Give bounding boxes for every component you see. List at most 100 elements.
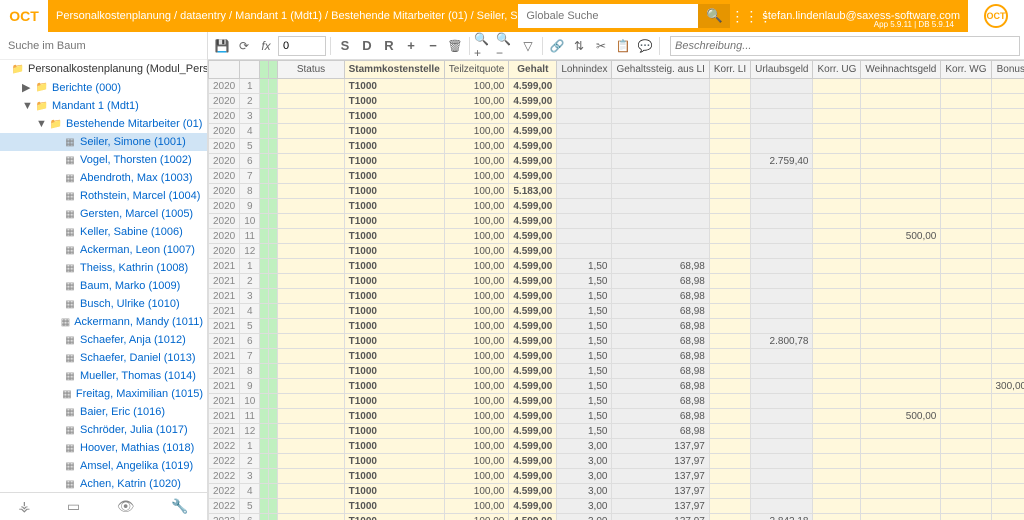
save-icon[interactable]: 💾 xyxy=(212,36,232,56)
tree-item[interactable]: Schröder, Julia (1017) xyxy=(0,421,207,439)
wrench-icon[interactable]: 🔧 xyxy=(171,498,188,515)
description-input[interactable] xyxy=(670,36,1020,56)
tree-item[interactable]: Personalkostenplanung (Modul_Personalkos… xyxy=(0,60,207,78)
tree-item[interactable]: Freitag, Maximilian (1015) xyxy=(0,385,207,403)
tree-view[interactable]: Personalkostenplanung (Modul_Personalkos… xyxy=(0,60,207,492)
table-row[interactable]: 20206T1000100,004.599,002.759,40650,1010… xyxy=(209,154,1024,169)
tree-item[interactable]: ▶Berichte (000) xyxy=(0,78,207,97)
table-row[interactable]: 20216T1000100,004.599,001,5068,982.800,7… xyxy=(209,334,1024,349)
column-header[interactable] xyxy=(269,61,278,79)
table-row[interactable]: 20212T1000100,004.599,001,5068,98100,001… xyxy=(209,274,1024,289)
table-row[interactable]: 20209T1000100,004.599,00100,00100,00 xyxy=(209,199,1024,214)
table-row[interactable]: 20226T1000100,004.599,003,00137,972.842,… xyxy=(209,514,1024,520)
tree-item[interactable]: Keller, Sabine (1006) xyxy=(0,223,207,241)
tree-item[interactable]: Gersten, Marcel (1005) xyxy=(0,205,207,223)
column-header[interactable] xyxy=(209,61,240,79)
column-header[interactable]: Gehalt xyxy=(509,61,557,79)
tree-item[interactable]: Ackerman, Leon (1007) xyxy=(0,241,207,259)
table-row[interactable]: 20202T1000100,004.599,00100,00100,00 xyxy=(209,94,1024,109)
table-row[interactable]: 20225T1000100,004.599,003,00137,97300,00… xyxy=(209,499,1024,514)
table-row[interactable]: 202011T1000100,004.599,00500,00100,00100… xyxy=(209,229,1024,244)
tree-item[interactable]: Theiss, Kathrin (1008) xyxy=(0,259,207,277)
table-row[interactable]: 20208T1000100,005.183,00100,00100,00 xyxy=(209,184,1024,199)
tree-item[interactable]: ▼Bestehende Mitarbeiter (01) xyxy=(0,115,207,133)
tree-item[interactable]: Mueller, Thomas (1014) xyxy=(0,367,207,385)
apps-menu-icon[interactable]: ⋮⋮⋮ xyxy=(730,8,754,25)
logo-right[interactable]: OCT xyxy=(968,0,1024,32)
column-header[interactable]: Status xyxy=(278,61,344,79)
tree-item[interactable]: Hoover, Mathias (1018) xyxy=(0,439,207,457)
table-row[interactable]: 202112T1000100,004.599,001,5068,98100,00… xyxy=(209,424,1024,439)
formula-icon[interactable]: fx xyxy=(256,36,276,56)
tree-item[interactable]: Achen, Katrin (1020) xyxy=(0,475,207,492)
link-icon[interactable]: 🔗 xyxy=(547,36,567,56)
column-header[interactable]: Korr. LI xyxy=(709,61,750,79)
tree-item[interactable]: Baum, Marko (1009) xyxy=(0,277,207,295)
table-row[interactable]: 20205T1000100,004.599,00100,00100,00 xyxy=(209,139,1024,154)
logo-main[interactable]: OCT xyxy=(0,0,48,32)
minus-icon[interactable]: − xyxy=(423,36,443,56)
tree-item[interactable]: Seiler, Simone (1001) xyxy=(0,133,207,151)
table-row[interactable]: 20217T1000100,004.599,001,5068,98100,001… xyxy=(209,349,1024,364)
plus-icon[interactable]: + xyxy=(401,36,421,56)
table-row[interactable]: 20207T1000100,004.599,00100,00100,00 xyxy=(209,169,1024,184)
table-row[interactable]: 202012T1000100,004.599,00100,00100,00 xyxy=(209,244,1024,259)
column-header[interactable]: Bonus xyxy=(991,61,1024,79)
filter-icon[interactable]: ▽ xyxy=(518,36,538,56)
eye-icon[interactable]: 👁 xyxy=(117,498,135,515)
sort-icon[interactable]: ⇅ xyxy=(569,36,589,56)
column-header[interactable]: Weihnachtsgeld xyxy=(861,61,941,79)
table-row[interactable]: 20204T1000100,004.599,00100,00100,00 xyxy=(209,124,1024,139)
table-row[interactable]: 20224T1000100,004.599,003,00137,97300,00… xyxy=(209,484,1024,499)
tree-item[interactable]: ▼Mandant 1 (Mdt1) xyxy=(0,97,207,115)
table-row[interactable]: 202110T1000100,004.599,001,5068,98100,00… xyxy=(209,394,1024,409)
paste-icon[interactable]: 📋 xyxy=(613,36,633,56)
data-grid[interactable]: StatusStammkostenstelleTeilzeitquoteGeha… xyxy=(208,60,1024,520)
tree-item[interactable]: Abendroth, Max (1003) xyxy=(0,169,207,187)
data-grid-wrapper[interactable]: StatusStammkostenstelleTeilzeitquoteGeha… xyxy=(208,60,1024,520)
column-header[interactable]: Korr. WG xyxy=(941,61,991,79)
share-icon[interactable]: ⚶ xyxy=(18,498,30,515)
expand-icon[interactable]: ▼ xyxy=(36,118,46,130)
tree-item[interactable]: Busch, Ulrike (1010) xyxy=(0,295,207,313)
global-search-button[interactable]: 🔍 xyxy=(698,4,730,28)
tree-item[interactable]: Rothstein, Marcel (1004) xyxy=(0,187,207,205)
table-row[interactable]: 20223T1000100,004.599,003,00137,97300,00… xyxy=(209,469,1024,484)
column-header[interactable]: Lohnindex xyxy=(557,61,612,79)
delete-icon[interactable]: 🗑 xyxy=(445,36,465,56)
column-header[interactable] xyxy=(260,61,269,79)
column-header[interactable] xyxy=(240,61,260,79)
expand-icon[interactable]: ▼ xyxy=(22,100,32,112)
tree-item[interactable]: Vogel, Thorsten (1002) xyxy=(0,151,207,169)
table-row[interactable]: 202111T1000100,004.599,001,5068,98500,00… xyxy=(209,409,1024,424)
table-row[interactable]: 20219T1000100,004.599,001,5068,98300,001… xyxy=(209,379,1024,394)
refresh-icon[interactable]: ⟳ xyxy=(234,36,254,56)
comment-icon[interactable]: 💬 xyxy=(635,36,655,56)
table-row[interactable]: 20215T1000100,004.599,001,5068,98100,001… xyxy=(209,319,1024,334)
button-s[interactable]: S xyxy=(335,36,355,56)
table-row[interactable]: 20222T1000100,004.599,003,00137,97300,00… xyxy=(209,454,1024,469)
column-header[interactable]: Teilzeitquote xyxy=(444,61,509,79)
tree-item[interactable]: Amsel, Angelika (1019) xyxy=(0,457,207,475)
cut-icon[interactable]: ✂ xyxy=(591,36,611,56)
global-search-input[interactable] xyxy=(518,4,698,28)
tree-search-input[interactable] xyxy=(8,32,199,59)
table-row[interactable]: 20201T1000100,004.599,00100,00100,00 xyxy=(209,79,1024,94)
table-row[interactable]: 20203T1000100,004.599,00100,00100,00 xyxy=(209,109,1024,124)
column-header[interactable]: Gehaltssteig. aus LI xyxy=(612,61,709,79)
layout-icon[interactable]: ▭ xyxy=(67,498,80,515)
table-row[interactable]: 20211T1000100,004.599,001,5068,98100,001… xyxy=(209,259,1024,274)
tree-item[interactable]: Schaefer, Daniel (1013) xyxy=(0,349,207,367)
zoom-in-icon[interactable]: 🔍+ xyxy=(474,36,494,56)
value-input[interactable] xyxy=(278,36,326,56)
button-d[interactable]: D xyxy=(357,36,377,56)
zoom-out-icon[interactable]: 🔍− xyxy=(496,36,516,56)
table-row[interactable]: 20221T1000100,004.599,003,00137,97300,00… xyxy=(209,439,1024,454)
button-r[interactable]: R xyxy=(379,36,399,56)
tree-item[interactable]: Ackermann, Mandy (1011) xyxy=(0,313,207,331)
table-row[interactable]: 20213T1000100,004.599,001,5068,98100,001… xyxy=(209,289,1024,304)
table-row[interactable]: 20218T1000100,004.599,001,5068,98100,001… xyxy=(209,364,1024,379)
expand-icon[interactable]: ▶ xyxy=(22,81,32,94)
column-header[interactable]: Korr. UG xyxy=(813,61,861,79)
tree-item[interactable]: Baier, Eric (1016) xyxy=(0,403,207,421)
